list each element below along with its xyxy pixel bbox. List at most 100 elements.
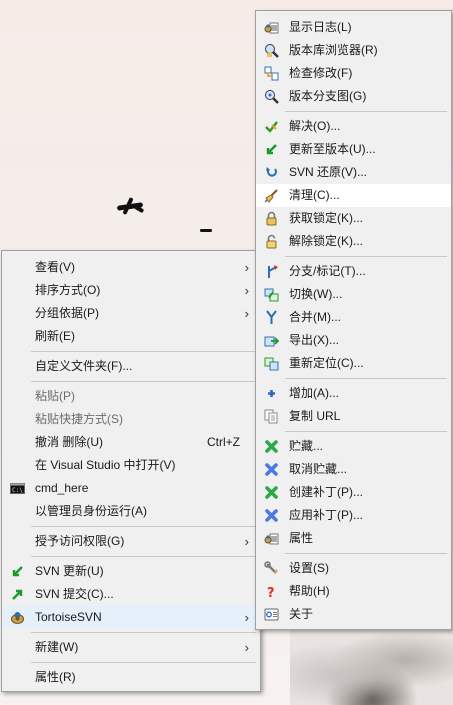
settings-wrench-icon <box>264 561 279 576</box>
menu-item-paste-shortcut[interactable]: 粘贴快捷方式(S) <box>2 408 260 431</box>
unshelve-blue-x-icon <box>264 462 279 477</box>
menu-item-label: SVN 还原(V)... <box>289 165 368 179</box>
properties-icon <box>264 531 279 546</box>
menu-item-group-by[interactable]: 分组依据(P) › <box>2 302 260 325</box>
menu-separator <box>31 351 256 352</box>
submenu-item-branch-tag[interactable]: 分支/标记(T)... <box>256 260 451 283</box>
submenu-item-relocate[interactable]: 重新定位(C)... <box>256 352 451 375</box>
submenu-item-revision-graph[interactable]: 版本分支图(G) <box>256 85 451 108</box>
revert-icon <box>264 165 279 180</box>
branch-tag-icon <box>264 264 279 279</box>
shelve-green-x-icon <box>264 439 279 454</box>
menu-item-label: 粘贴快捷方式(S) <box>35 412 123 426</box>
menu-item-label: 版本库浏览器(R) <box>289 43 378 57</box>
submenu-item-show-log[interactable]: 显示日志(L) <box>256 16 451 39</box>
submenu-item-repo-browser[interactable]: 版本库浏览器(R) <box>256 39 451 62</box>
menu-item-label: 分组依据(P) <box>35 306 99 320</box>
submenu-item-help[interactable]: ? 帮助(H) <box>256 580 451 603</box>
menu-item-grant-access[interactable]: 授予访问权限(G) › <box>2 530 260 553</box>
menu-item-label: 属性(R) <box>35 670 76 684</box>
menu-item-run-as-admin[interactable]: 以管理员身份运行(A) <box>2 500 260 523</box>
menu-separator <box>31 662 256 663</box>
submenu-item-cleanup[interactable]: 清理(C)... <box>256 184 451 207</box>
submenu-item-about[interactable]: 关于 <box>256 603 451 626</box>
menu-item-label: 刷新(E) <box>35 329 75 343</box>
menu-separator <box>285 553 447 554</box>
submenu-item-merge[interactable]: 合并(M)... <box>256 306 451 329</box>
submenu-item-unshelve[interactable]: 取消贮藏... <box>256 458 451 481</box>
merge-icon <box>264 310 279 325</box>
menu-separator <box>285 431 447 432</box>
submenu-item-update-to-revision[interactable]: 更新至版本(U)... <box>256 138 451 161</box>
help-icon: ? <box>264 584 279 599</box>
menu-item-paste[interactable]: 粘贴(P) <box>2 385 260 408</box>
submenu-arrow-icon: › <box>244 283 249 298</box>
menu-item-label: 以管理员身份运行(A) <box>35 504 147 518</box>
submenu-item-shelve[interactable]: 贮藏... <box>256 435 451 458</box>
menu-separator <box>285 378 447 379</box>
menu-item-cmd-here[interactable]: C:\ cmd_here <box>2 477 260 500</box>
menu-item-undo-delete[interactable]: 撤消 删除(U) Ctrl+Z <box>2 431 260 454</box>
menu-item-label: 排序方式(O) <box>35 283 101 297</box>
submenu-item-add[interactable]: 增加(A)... <box>256 382 451 405</box>
submenu-item-properties[interactable]: 属性 <box>256 527 451 550</box>
lock-icon <box>264 211 279 226</box>
menu-separator <box>285 111 447 112</box>
menu-item-customize-folder[interactable]: 自定义文件夹(F)... <box>2 355 260 378</box>
command-prompt-icon: C:\ <box>10 481 25 496</box>
menu-item-label: cmd_here <box>35 481 89 495</box>
menu-item-label: 粘贴(P) <box>35 389 75 403</box>
menu-item-label: 合并(M)... <box>289 310 341 324</box>
menu-item-tortoisesvn[interactable]: TortoiseSVN › <box>2 606 260 629</box>
repo-browser-icon <box>264 43 279 58</box>
wallpaper-ink-painting <box>290 630 453 705</box>
menu-item-label: 切换(W)... <box>289 287 343 301</box>
menu-item-label: 显示日志(L) <box>289 20 352 34</box>
revision-graph-icon <box>264 89 279 104</box>
menu-item-svn-update[interactable]: SVN 更新(U) <box>2 560 260 583</box>
menu-item-label: 增加(A)... <box>289 386 339 400</box>
menu-item-sort-by[interactable]: 排序方式(O) › <box>2 279 260 302</box>
export-icon <box>264 333 279 348</box>
add-plus-icon <box>264 386 279 401</box>
submenu-item-check-modifications[interactable]: 检查修改(F) <box>256 62 451 85</box>
menu-item-label: 解决(O)... <box>289 119 341 133</box>
menu-item-label: 设置(S) <box>289 561 329 575</box>
copy-url-icon <box>264 409 279 424</box>
menu-item-label: SVN 更新(U) <box>35 564 104 578</box>
submenu-item-create-patch[interactable]: 创建补丁(P)... <box>256 481 451 504</box>
submenu-item-export[interactable]: 导出(X)... <box>256 329 451 352</box>
switch-icon <box>264 287 279 302</box>
submenu-item-resolve[interactable]: 解决(O)... <box>256 115 451 138</box>
submenu-item-release-lock[interactable]: 解除锁定(K)... <box>256 230 451 253</box>
svg-text:?: ? <box>267 586 275 599</box>
menu-item-refresh[interactable]: 刷新(E) <box>2 325 260 348</box>
resolve-icon <box>264 119 279 134</box>
menu-item-view[interactable]: 查看(V) › <box>2 256 260 279</box>
submenu-item-copy-url[interactable]: 复制 URL <box>256 405 451 428</box>
relocate-icon <box>264 356 279 371</box>
cleanup-broom-icon <box>264 188 279 203</box>
apply-patch-icon <box>264 508 279 523</box>
menu-item-open-in-visual-studio[interactable]: 在 Visual Studio 中打开(V) <box>2 454 260 477</box>
menu-separator <box>31 556 256 557</box>
menu-item-label: 清理(C)... <box>289 188 340 202</box>
menu-item-label: 更新至版本(U)... <box>289 142 376 156</box>
menu-item-label: 应用补丁(P)... <box>289 508 363 522</box>
menu-separator <box>31 381 256 382</box>
submenu-item-settings[interactable]: 设置(S) <box>256 557 451 580</box>
menu-item-label: 新建(W) <box>35 640 79 654</box>
submenu-item-apply-patch[interactable]: 应用补丁(P)... <box>256 504 451 527</box>
menu-item-label: 自定义文件夹(F)... <box>35 359 133 373</box>
submenu-item-switch[interactable]: 切换(W)... <box>256 283 451 306</box>
menu-item-label: 检查修改(F) <box>289 66 353 80</box>
menu-item-svn-commit[interactable]: SVN 提交(C)... <box>2 583 260 606</box>
menu-item-properties[interactable]: 属性(R) <box>2 666 260 689</box>
menu-item-new[interactable]: 新建(W) › <box>2 636 260 659</box>
submenu-item-revert[interactable]: SVN 还原(V)... <box>256 161 451 184</box>
unlock-icon <box>264 234 279 249</box>
menu-item-label: 导出(X)... <box>289 333 339 347</box>
submenu-item-get-lock[interactable]: 获取锁定(K)... <box>256 207 451 230</box>
menu-item-label: 解除锁定(K)... <box>289 234 363 248</box>
menu-item-label: 重新定位(C)... <box>289 356 364 370</box>
